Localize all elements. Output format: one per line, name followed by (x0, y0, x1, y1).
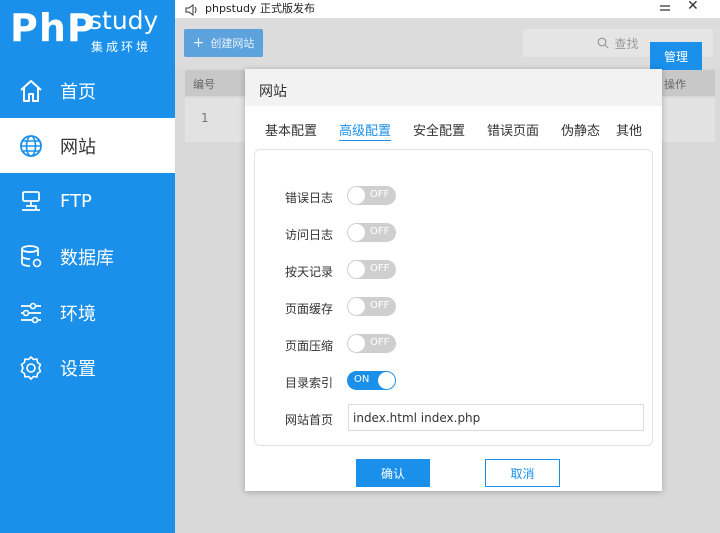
toggle-state: ON (354, 374, 370, 385)
tab-error-pages[interactable]: 错误页面 (487, 120, 539, 139)
setting-label-page-cache: 页面缓存 (285, 302, 334, 316)
sliders-icon (16, 298, 46, 328)
globe-icon (16, 131, 46, 161)
logo-php-text: PhP (10, 6, 96, 50)
logo: PhP study 集成环境 (0, 0, 175, 62)
toolbar: + 创建网站 查找 (175, 18, 720, 68)
setting-label-homepage: 网站首页 (285, 413, 334, 427)
search-placeholder: 查找 (614, 36, 639, 51)
tab-security[interactable]: 安全配置 (413, 120, 465, 139)
setting-label-daily-log: 按天记录 (285, 265, 334, 279)
dialog-header: 网站 (245, 69, 662, 106)
ftp-icon (16, 187, 46, 217)
sidebar-item-label: 环境 (60, 303, 96, 325)
website-settings-dialog: 网站 基本配置 高级配置 安全配置 错误页面 伪静态 其他 错误日志 OFF 访… (245, 69, 662, 491)
app-window: PhP study 集成环境 首页 网站 FTP 数据库 环境 设置 phpst… (0, 0, 720, 533)
tab-basic[interactable]: 基本配置 (265, 120, 317, 139)
sidebar-item-label: 设置 (60, 358, 96, 380)
toggle-state: OFF (370, 263, 390, 274)
sidebar-item-home[interactable]: 首页 (0, 63, 175, 118)
daily-log-toggle[interactable]: OFF (347, 260, 396, 279)
page-compress-toggle[interactable]: OFF (347, 334, 396, 353)
create-website-label: 创建网站 (210, 37, 255, 50)
tab-other[interactable]: 其他 (616, 120, 642, 139)
homepage-input[interactable]: index.html index.php (348, 404, 644, 431)
logo-subtitle: 集成环境 (91, 40, 152, 54)
plus-icon: + (192, 35, 205, 51)
title-bar: phpstudy 正式版发布 ✕ (175, 0, 720, 18)
access-log-toggle[interactable]: OFF (347, 223, 396, 242)
sidebar-item-label: 数据库 (60, 247, 114, 269)
setting-label-access-log: 访问日志 (285, 228, 334, 242)
column-header-id: 编号 (193, 78, 215, 91)
dir-index-toggle[interactable]: ON (347, 371, 396, 390)
home-icon (16, 76, 46, 106)
error-log-toggle[interactable]: OFF (347, 186, 396, 205)
manage-button[interactable]: 管理 (650, 42, 702, 70)
toggle-state: OFF (370, 226, 390, 237)
page-cache-toggle[interactable]: OFF (347, 297, 396, 316)
toggle-state: OFF (370, 189, 390, 200)
column-header-op: 操作 (664, 78, 686, 91)
close-icon[interactable]: ✕ (687, 0, 699, 14)
toggle-state: OFF (370, 300, 390, 311)
row-id: 1 (201, 111, 209, 125)
setting-label-dir-index: 目录索引 (285, 376, 334, 390)
sidebar-item-environment[interactable]: 环境 (0, 285, 175, 340)
sidebar-item-label: FTP (60, 191, 92, 212)
setting-label-error-log: 错误日志 (285, 191, 334, 205)
cancel-button[interactable]: 取消 (485, 459, 560, 487)
logo-study-text: study (89, 6, 159, 35)
sidebar-item-ftp[interactable]: FTP (0, 174, 175, 229)
confirm-button[interactable]: 确认 (356, 459, 430, 487)
tab-rewrite[interactable]: 伪静态 (561, 120, 600, 139)
tab-advanced[interactable]: 高级配置 (339, 120, 392, 141)
sidebar: PhP study 集成环境 首页 网站 FTP 数据库 环境 设置 (0, 0, 175, 533)
create-website-button[interactable]: + 创建网站 (184, 29, 263, 57)
minimize-icon[interactable] (659, 0, 671, 12)
settings-panel: 错误日志 OFF 访问日志 OFF 按天记录 OFF 页面缓存 OFF 页面压缩 (254, 149, 653, 446)
database-icon (16, 242, 46, 272)
sidebar-item-settings[interactable]: 设置 (0, 340, 175, 395)
dialog-title: 网站 (259, 84, 287, 100)
sidebar-item-label: 网站 (60, 136, 96, 158)
sidebar-item-website[interactable]: 网站 (0, 118, 175, 173)
toggle-state: OFF (370, 337, 390, 348)
setting-label-page-compress: 页面压缩 (285, 339, 334, 353)
window-title: phpstudy 正式版发布 (205, 2, 315, 15)
tab-bar: 基本配置 高级配置 安全配置 错误页面 伪静态 其他 (245, 106, 662, 142)
sidebar-item-label: 首页 (60, 81, 96, 103)
sidebar-item-database[interactable]: 数据库 (0, 229, 175, 284)
search-icon (598, 37, 609, 49)
gear-icon (16, 353, 46, 383)
